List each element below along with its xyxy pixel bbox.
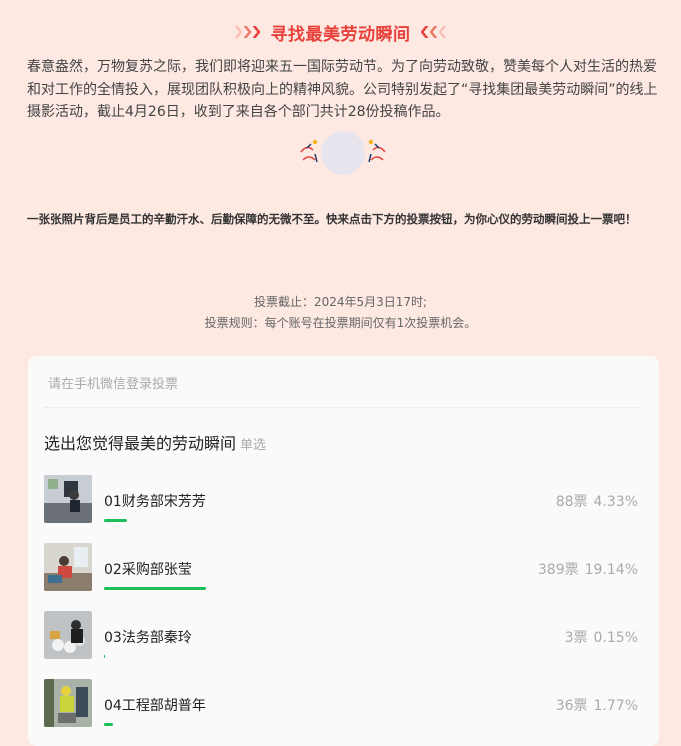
option-photo[interactable] [44, 611, 92, 659]
vote-deadline: 投票截止：2024年5月3日17时; [253, 295, 428, 309]
option-votes: 36票 [555, 698, 588, 714]
login-hint[interactable]: 请在手机微信登录投票 [48, 373, 178, 392]
option-stats: 88票 4.33% [556, 491, 638, 511]
page: 寻找最美劳动瞬间 春意盎然，万物复苏之际，我们即将迎来五一国际劳动节。为了向劳动… [3, 0, 678, 746]
option-percent: 0.15% [593, 630, 638, 646]
vote-rules: 投票规则：每个账号在投票期间仅有1次投票机会。 [204, 316, 477, 330]
vote-progress-bar [104, 655, 105, 658]
intro-paragraph: 春意盎然，万物复苏之际，我们即将迎来五一国际劳动节。为了向劳动致敬，赞美每个人对… [27, 59, 658, 120]
vote-progress-bar [104, 519, 127, 522]
header: 寻找最美劳动瞬间 [3, 18, 678, 46]
vote-info: 投票截止：2024年5月3日17时; 投票规则：每个账号在投票期间仅有1次投票机… [3, 292, 678, 334]
vote-call-to-action: 一张张照片背后是员工的辛勤汗水、后勤保障的无微不至。快来点击下方的投票按钮，为你… [27, 212, 637, 226]
chevron-right-icon [234, 26, 261, 38]
question-type-badge: 单选 [240, 438, 267, 453]
option-percent: 4.33% [593, 494, 638, 510]
option-photo[interactable] [44, 679, 92, 727]
option-percent: 19.14% [584, 562, 638, 578]
option-label: 02采购部张莹 [104, 562, 192, 578]
option-votes: 88票 [555, 494, 588, 510]
vote-option-1[interactable]: 01财务部宋芳芳 88票 4.33% [44, 475, 638, 535]
option-photo[interactable] [44, 475, 92, 523]
page-title: 寻找最美劳动瞬间 [270, 24, 411, 45]
vote-option-3[interactable]: 03法务部秦玲 3票 0.15% [44, 611, 638, 671]
option-percent: 1.77% [593, 698, 638, 714]
vote-progress-bar [104, 587, 206, 590]
option-label: 01财务部宋芳芳 [104, 494, 206, 510]
vote-option-2[interactable]: 02采购部张莹 389票 19.14% [44, 543, 638, 603]
chevron-left-icon [420, 26, 447, 38]
option-label: 03法务部秦玲 [104, 630, 192, 646]
option-label: 04工程部胡普年 [104, 698, 206, 714]
option-photo[interactable] [44, 543, 92, 591]
question-text: 选出您觉得最美的劳动瞬间 [44, 434, 237, 453]
vote-card: 请在手机微信登录投票 选出您觉得最美的劳动瞬间 单选 01财务部宋芳芳 88票 4.… [28, 356, 659, 746]
vote-progress-bar [104, 723, 113, 726]
option-stats: 36票 1.77% [556, 695, 638, 715]
option-stats: 3票 0.15% [565, 627, 638, 647]
celebration-firework-icon [300, 131, 386, 175]
vote-option-4[interactable]: 04工程部胡普年 36票 1.77% [44, 679, 638, 739]
option-votes: 389票 [537, 562, 579, 578]
vote-question: 选出您觉得最美的劳动瞬间 单选 [44, 430, 266, 454]
divider [44, 407, 639, 408]
option-votes: 3票 [564, 630, 588, 646]
option-stats: 389票 19.14% [538, 559, 638, 579]
